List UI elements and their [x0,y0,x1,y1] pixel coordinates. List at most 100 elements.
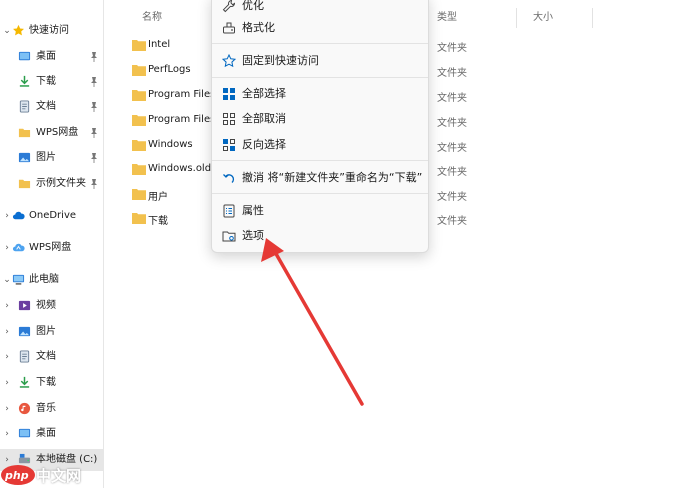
sidebar-item-pictures-pc[interactable]: › 图片 [0,321,104,343]
folder-icon [132,90,146,101]
file-type: 文件夹 [437,93,467,104]
watermark-logo: php 中文网 [0,462,110,488]
context-menu: 优化 格式化 固定到快速访问 全部选择 全部取消 反向选择 撤消 将“新建文件夹… [211,0,429,253]
column-header-size[interactable]: 大小 [533,8,553,23]
menu-item-label: 格式化 [242,21,275,34]
music-icon [18,402,31,415]
menu-item-undo-rename[interactable]: 撤消 将“新建文件夹”重命名为“下载” [216,167,426,189]
pin-icon[interactable] [90,101,98,112]
column-header-name[interactable]: 名称 [142,8,162,23]
sidebar-item-desktop-pc[interactable]: › 桌面 [0,423,104,445]
chevron-right-icon[interactable]: › [2,210,12,222]
file-name: Windows.old [148,163,212,174]
sidebar-item-videos[interactable]: › 视频 [0,295,104,317]
pin-icon[interactable] [90,178,98,189]
chevron-right-icon[interactable]: › [2,242,12,254]
folder-icon [18,179,31,189]
menu-item-label: 反向选择 [242,138,286,151]
picture-icon [18,326,31,337]
desktop-icon [18,428,31,438]
menu-divider [212,193,428,194]
sidebar-item-label: 下载 [36,377,56,388]
menu-item-label: 优化 [242,0,264,12]
sidebar-item-desktop[interactable]: 桌面 [0,46,104,68]
menu-item-select-none[interactable]: 全部取消 [216,108,426,130]
file-name: Windows [148,139,193,150]
menu-item-select-all[interactable]: 全部选择 [216,83,426,105]
column-header-type[interactable]: 类型 [437,8,457,23]
file-type: 文件夹 [437,216,467,227]
menu-item-invert-selection[interactable]: 反向选择 [216,134,426,156]
sidebar-item-label: 此电脑 [29,274,59,285]
menu-divider [212,77,428,78]
folder-icon [132,213,146,224]
star-icon [13,24,24,36]
menu-item-label: 全部选择 [242,87,286,100]
sidebar-item-label: 图片 [36,326,56,337]
sidebar-item-documents[interactable]: 文档 [0,96,104,118]
column-separator[interactable] [516,8,517,28]
file-type: 文件夹 [437,143,467,154]
sidebar-item-downloads[interactable]: 下载 [0,71,104,93]
menu-item-options[interactable]: 选项 [216,225,426,247]
folder-icon [18,128,31,138]
file-name: Program Files [148,89,216,100]
wps-cloud-icon [12,243,25,252]
file-name: Intel [148,39,171,50]
sidebar-item-quick-access[interactable]: ⌄ 快速访问 [0,20,104,42]
sidebar-item-documents-pc[interactable]: › 文档 [0,346,104,368]
sidebar-item-label: 快速访问 [29,25,69,36]
properties-icon [223,204,235,218]
menu-item-pin-quick-access[interactable]: 固定到快速访问 [216,50,426,72]
chevron-right-icon[interactable]: › [2,300,12,312]
sidebar-item-music[interactable]: › 音乐 [0,398,104,420]
pin-icon[interactable] [90,76,98,87]
folder-icon [132,40,146,51]
file-name: 用户 [148,192,168,203]
sidebar-item-sample-folder[interactable]: 示例文件夹 [0,173,104,195]
pin-icon[interactable] [90,127,98,138]
file-type: 文件夹 [437,43,467,54]
file-type: 文件夹 [437,192,467,203]
menu-item-format[interactable]: 格式化 [216,17,426,39]
invert-selection-icon [223,139,235,151]
chevron-down-icon[interactable]: ⌄ [2,25,12,37]
chevron-right-icon[interactable]: › [2,428,12,440]
chevron-down-icon[interactable]: ⌄ [2,274,12,286]
sidebar-item-pictures[interactable]: 图片 [0,147,104,169]
document-icon [19,350,30,363]
column-separator[interactable] [592,8,593,28]
sidebar-item-label: 桌面 [36,428,56,439]
sidebar-item-wps-drive[interactable]: WPS网盘 [0,122,104,144]
folder-icon [132,189,146,200]
chevron-right-icon[interactable]: › [2,351,12,363]
chevron-right-icon[interactable]: › [2,377,12,389]
sidebar-item-onedrive[interactable]: › OneDrive [0,205,104,227]
undo-icon [223,174,235,183]
sidebar-item-label: 文档 [36,351,56,362]
file-type: 文件夹 [437,167,467,178]
menu-item-optimize[interactable]: 优化 [216,0,426,17]
format-icon [223,22,235,34]
menu-item-label: 全部取消 [242,112,286,125]
sidebar-item-wps-cloud[interactable]: › WPS网盘 [0,237,104,259]
sidebar-item-this-pc[interactable]: ⌄ 此电脑 [0,269,104,291]
pin-icon[interactable] [90,152,98,163]
chevron-right-icon[interactable]: › [2,326,12,338]
select-all-icon [223,88,235,100]
download-icon [19,75,30,87]
chevron-right-icon[interactable]: › [2,403,12,415]
menu-item-label: 属性 [242,204,264,217]
menu-item-properties[interactable]: 属性 [216,200,426,222]
folder-icon [132,115,146,126]
options-icon [222,231,236,242]
document-icon [19,100,30,113]
video-icon [18,300,31,311]
pin-icon[interactable] [90,51,98,62]
sidebar-item-downloads-pc[interactable]: › 下载 [0,372,104,394]
cloud-icon [12,211,25,220]
sidebar-item-label: 下载 [36,76,56,87]
menu-item-label: 撤消 将“新建文件夹”重命名为“下载” [242,171,423,184]
picture-icon [18,152,31,163]
menu-item-label: 选项 [242,229,264,242]
